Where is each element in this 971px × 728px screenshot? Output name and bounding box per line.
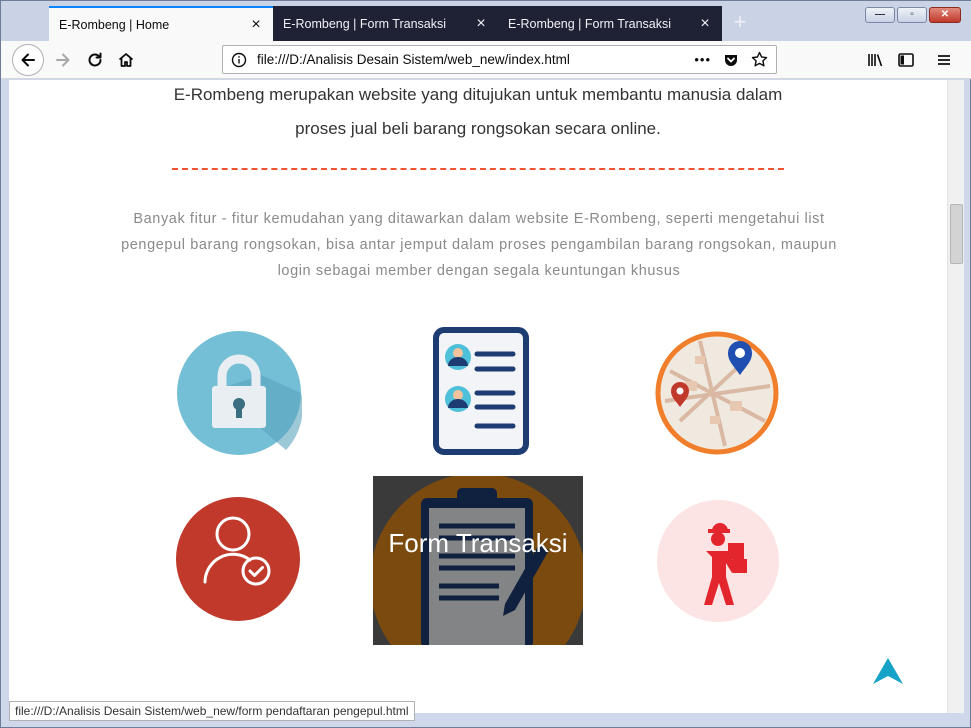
- tab-strip: E-Rombeng | Home × E-Rombeng | Form Tran…: [1, 1, 971, 41]
- tab-label: E-Rombeng | Home: [59, 17, 170, 32]
- tab-label: E-Rombeng | Form Transaksi: [508, 16, 672, 31]
- overlay-title: Form Transaksi: [388, 528, 568, 558]
- new-tab-button[interactable]: +: [729, 11, 751, 33]
- map-pin-icon: [655, 331, 779, 455]
- minimize-button[interactable]: —: [865, 7, 895, 23]
- back-to-top-button[interactable]: [871, 656, 905, 686]
- tab-home[interactable]: E-Rombeng | Home ×: [49, 6, 273, 41]
- page-content: E-Rombeng merupakan website yang ditujuk…: [9, 80, 947, 713]
- intro-line-2: proses jual beli barang rongsokan secara…: [295, 119, 661, 138]
- pocket-icon[interactable]: [723, 52, 739, 68]
- info-icon[interactable]: [231, 52, 247, 68]
- maximize-button[interactable]: ▫: [897, 7, 927, 23]
- tab-label: E-Rombeng | Form Transaksi: [283, 16, 447, 31]
- scrollbar-thumb[interactable]: [950, 204, 963, 264]
- tab-form-transaksi-2[interactable]: E-Rombeng | Form Transaksi ×: [498, 6, 722, 41]
- reload-button[interactable]: [80, 45, 110, 75]
- nav-bar: file:///D:/Analisis Desain Sistem/web_ne…: [1, 41, 971, 79]
- back-button[interactable]: [12, 44, 44, 76]
- page-actions-button[interactable]: •••: [694, 52, 711, 67]
- tab-form-transaksi[interactable]: E-Rombeng | Form Transaksi ×: [273, 6, 498, 41]
- reload-icon: [88, 52, 102, 67]
- sidebar-button[interactable]: [891, 45, 921, 75]
- close-icon[interactable]: ×: [249, 16, 263, 32]
- forward-button[interactable]: [48, 45, 78, 75]
- back-arrow-icon: [21, 53, 35, 67]
- feature-map[interactable]: [655, 331, 779, 460]
- menu-button[interactable]: [929, 45, 959, 75]
- home-button[interactable]: [111, 45, 141, 75]
- url-bar[interactable]: file:///D:/Analisis Desain Sistem/web_ne…: [222, 45, 777, 74]
- url-text[interactable]: file:///D:/Analisis Desain Sistem/web_ne…: [257, 52, 694, 67]
- form-transaction-icon: [373, 476, 583, 645]
- forward-arrow-icon: [56, 53, 70, 67]
- member-list-icon: [433, 327, 529, 455]
- feature-member-login[interactable]: [175, 496, 301, 627]
- close-icon[interactable]: ×: [474, 15, 488, 31]
- bookmark-star-icon[interactable]: [751, 51, 768, 68]
- arrow-up-icon: [873, 658, 903, 684]
- feature-pickup-delivery[interactable]: [656, 499, 780, 628]
- library-button[interactable]: [860, 45, 890, 75]
- close-window-button[interactable]: ✕: [929, 7, 961, 23]
- status-link-preview: file:///D:/Analisis Desain Sistem/web_ne…: [9, 701, 415, 721]
- intro-line-1: E-Rombeng merupakan website yang ditujuk…: [173, 85, 783, 104]
- vertical-scrollbar[interactable]: [947, 80, 964, 713]
- feature-member-list[interactable]: [433, 327, 529, 460]
- browser-window: E-Rombeng | Home × E-Rombeng | Form Tran…: [0, 0, 971, 728]
- close-icon[interactable]: ×: [698, 15, 712, 31]
- hamburger-icon: [938, 55, 950, 65]
- feature-description: Banyak fitur - fitur kemudahan yang dita…: [121, 211, 837, 279]
- section-divider: [172, 168, 784, 170]
- delivery-person-icon: [657, 500, 779, 622]
- home-icon: [118, 53, 134, 67]
- lock-icon: [177, 331, 303, 455]
- feature-form-transaksi[interactable]: Form Transaksi: [373, 476, 583, 645]
- user-check-icon: [176, 497, 300, 621]
- feature-lock[interactable]: [176, 330, 303, 461]
- sidebar-icon: [898, 53, 914, 67]
- library-icon: [868, 54, 883, 67]
